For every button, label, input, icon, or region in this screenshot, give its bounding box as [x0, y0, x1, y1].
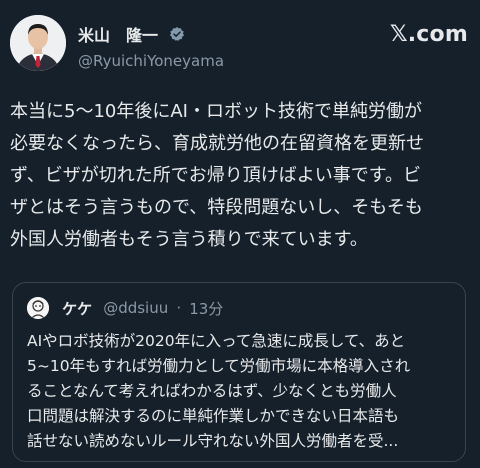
author-display-name[interactable]: 米山 隆一: [78, 22, 158, 46]
quoted-display-name[interactable]: ケケ: [62, 298, 92, 319]
quoted-tweet[interactable]: ケケ @ddsiuu · 13分 AIやロボ技術が2020年に入って急速に成長し…: [12, 282, 466, 462]
sketch-avatar-icon: [27, 297, 49, 319]
tweet-header: 米山 隆一 @RyuichiYoneyama 𝕏.com: [10, 12, 468, 72]
tweet-text: 本当に5～10年後にAI・ロボット技術で単純労働が 必要なくなったら、育成就労他…: [10, 101, 424, 250]
author-handle[interactable]: @RyuichiYoneyama: [78, 52, 224, 70]
quoted-tweet-header: ケケ @ddsiuu · 13分: [27, 297, 223, 321]
quoted-tweet-text: AIやロボ技術が2020年に入って急速に成長して、あと 5~10年もすれば労働力…: [27, 332, 411, 450]
quoted-handle[interactable]: @ddsiuu: [103, 299, 168, 317]
x-logo[interactable]: 𝕏.com: [390, 22, 468, 47]
quoted-timestamp[interactable]: 13分: [189, 298, 223, 319]
quoted-separator: ·: [176, 299, 182, 317]
author-avatar-icon: [10, 15, 66, 71]
author-names: 米山 隆一 @RyuichiYoneyama: [78, 22, 224, 70]
verified-badge-icon: [169, 26, 185, 42]
author-avatar[interactable]: [10, 15, 66, 71]
quoted-author-avatar[interactable]: [27, 297, 49, 319]
